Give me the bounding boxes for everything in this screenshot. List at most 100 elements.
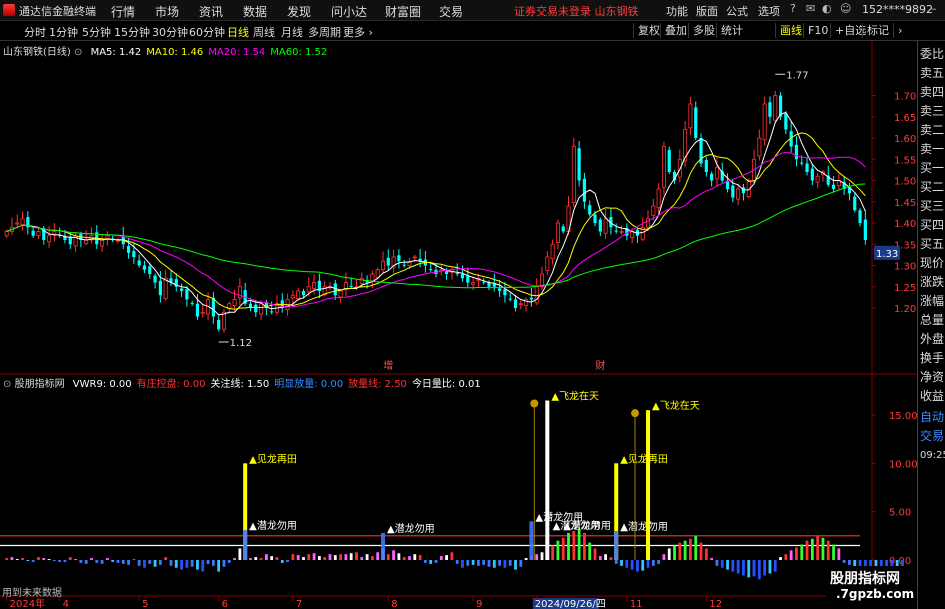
candle-body-94 xyxy=(503,289,507,296)
btn-fuquan[interactable]: 复权 xyxy=(633,23,660,38)
menu-jiaoyi[interactable]: 交易 xyxy=(439,3,463,20)
indicator-legend-item-3: 明显放量: 0.00 xyxy=(274,379,344,390)
period-multi[interactable]: 多周期 xyxy=(308,24,341,40)
period-fenshi[interactable]: 分时 xyxy=(24,24,46,40)
ind-bar-138 xyxy=(736,560,740,574)
ind-bar-109 xyxy=(583,532,586,560)
period-30min[interactable]: 30分钟 xyxy=(152,24,188,40)
help-icon[interactable]: ? xyxy=(790,2,796,15)
side-extra-0[interactable]: 自动 xyxy=(918,408,945,427)
ind-bar-150 xyxy=(800,544,804,560)
ind-bar-140 xyxy=(747,560,751,578)
candle-body-152 xyxy=(810,168,814,181)
side-item-13[interactable]: 涨幅 xyxy=(918,292,945,311)
menu-gongneng[interactable]: 功能 xyxy=(666,3,688,19)
ind-bar-88 xyxy=(471,560,475,565)
ind-bar-119 xyxy=(636,560,639,572)
side-item-15[interactable]: 外盘 xyxy=(918,330,945,349)
menu-gongshi[interactable]: 公式 xyxy=(726,3,748,19)
side-item-17[interactable]: 净资 xyxy=(918,368,945,387)
ind-bar-38 xyxy=(206,560,210,564)
candle-body-9 xyxy=(52,231,57,235)
ind-bar-15 xyxy=(84,560,88,564)
side-item-10[interactable]: 买五 xyxy=(918,235,945,254)
candle-body-130 xyxy=(694,107,698,138)
menu-hangqing[interactable]: 行情 xyxy=(111,3,135,20)
message-icon[interactable]: ✉ xyxy=(806,2,815,15)
side-item-0[interactable]: 委比 xyxy=(918,45,945,64)
side-item-11[interactable]: 现价 xyxy=(918,254,945,273)
minimize-icon[interactable]: – xyxy=(931,2,937,15)
ind-bar-42 xyxy=(227,560,231,563)
toolbar-overflow-icon[interactable]: › xyxy=(893,23,902,38)
user-account[interactable]: 152****9892 xyxy=(862,3,933,16)
period-daily[interactable]: 日线 xyxy=(227,24,249,40)
side-item-14[interactable]: 总量 xyxy=(918,311,945,330)
menu-zixun[interactable]: 资讯 xyxy=(199,3,223,20)
candle-body-124 xyxy=(661,146,666,188)
side-item-9[interactable]: 买四 xyxy=(918,216,945,235)
indicator-settings-icon[interactable]: ⊙ xyxy=(3,379,11,390)
trade-login-warning[interactable]: 证券交易未登录 山东钢铁 xyxy=(514,3,639,19)
menu-caifuquan[interactable]: 财富圈 xyxy=(385,3,421,20)
menu-xuanxiang[interactable]: 选项 xyxy=(758,3,780,19)
indicator-legend-item-1: 有庄控盘: 0.00 xyxy=(136,379,206,390)
side-item-6[interactable]: 买一 xyxy=(918,159,945,178)
signal-label-6: ▲潜龙勿用 xyxy=(620,520,668,533)
side-item-7[interactable]: 买二 xyxy=(918,178,945,197)
candle-body-116 xyxy=(619,231,624,233)
side-item-1[interactable]: 卖五 xyxy=(918,64,945,83)
btn-diejia[interactable]: 叠加 xyxy=(660,23,687,38)
ind-bar-21 xyxy=(116,560,120,563)
btn-huaxian[interactable]: 画线 xyxy=(775,23,802,38)
menu-wenxiaoda[interactable]: 问小达 xyxy=(331,3,367,20)
ind-bar-115 xyxy=(614,560,618,564)
chart-area[interactable]: 1.201.251.301.351.401.451.501.551.601.65… xyxy=(0,41,917,609)
ind-bar-121 xyxy=(646,560,650,568)
ind-bar-107 xyxy=(572,531,576,560)
btn-f10[interactable]: F10 xyxy=(803,23,828,38)
ind-bar-111 xyxy=(593,548,597,560)
skin-icon[interactable]: ◐ xyxy=(822,2,832,15)
period-monthly[interactable]: 月线 xyxy=(281,24,303,40)
ind-bar-133 xyxy=(710,558,714,560)
ind-bar-148 xyxy=(789,550,793,560)
side-item-8[interactable]: 买三 xyxy=(918,197,945,216)
btn-add-favorite[interactable]: +自选 xyxy=(830,23,866,38)
candle-body-37 xyxy=(200,311,205,314)
btn-biaoji[interactable]: 标记 xyxy=(862,23,889,38)
ind-bar-6 xyxy=(37,557,40,560)
ind-bar-124 xyxy=(662,554,666,560)
side-item-16[interactable]: 换手 xyxy=(918,349,945,368)
ind-bar-151 xyxy=(805,540,809,560)
period-60min[interactable]: 60分钟 xyxy=(189,24,225,40)
candle-body-160 xyxy=(853,196,857,211)
period-more[interactable]: 更多 › xyxy=(343,24,373,40)
side-item-2[interactable]: 卖四 xyxy=(918,83,945,102)
menu-banmian[interactable]: 版面 xyxy=(696,3,718,19)
side-item-3[interactable]: 卖三 xyxy=(918,102,945,121)
side-item-12[interactable]: 涨跌 xyxy=(918,273,945,292)
side-item-5[interactable]: 卖一 xyxy=(918,140,945,159)
ind-bar-54 xyxy=(291,554,295,560)
x-tick-label-6: 9 xyxy=(476,599,482,609)
period-weekly[interactable]: 周线 xyxy=(253,24,275,40)
side-item-4[interactable]: 卖二 xyxy=(918,121,945,140)
menu-faxian[interactable]: 发现 xyxy=(287,3,311,20)
menu-shichang[interactable]: 市场 xyxy=(155,3,179,20)
legend-settings-icon[interactable]: ⊙ xyxy=(74,47,82,58)
period-1min[interactable]: 1分钟 xyxy=(49,24,78,40)
candle-body-6 xyxy=(36,231,41,237)
side-item-18[interactable]: 收益 xyxy=(918,387,945,406)
ind-bar-142 xyxy=(757,560,761,580)
side-extra-1[interactable]: 交易 xyxy=(918,427,945,446)
btn-duogu[interactable]: 多股 xyxy=(688,23,715,38)
period-15min[interactable]: 15分钟 xyxy=(114,24,150,40)
menu-shuju[interactable]: 数据 xyxy=(243,3,267,20)
btn-tongji[interactable]: 统计 xyxy=(716,23,743,38)
candle-body-108 xyxy=(577,148,581,181)
candle-body-28 xyxy=(153,275,157,283)
user-icon[interactable]: ☺ xyxy=(840,2,851,15)
ind-bar-8 xyxy=(47,559,51,561)
period-5min[interactable]: 5分钟 xyxy=(82,24,111,40)
